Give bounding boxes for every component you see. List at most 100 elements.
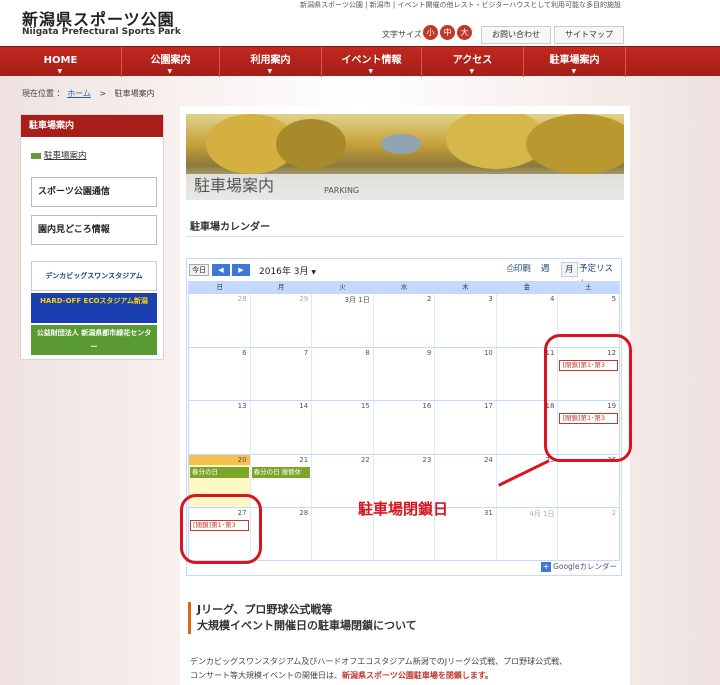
today-button[interactable]: 今日	[189, 264, 209, 276]
section-body-text: コンサート等大規模イベントの開催日は、	[190, 671, 342, 680]
calendar-day-cell[interactable]: 21 春分の日 振替休	[251, 454, 313, 508]
calendar-toolbar: 今日 ◀ ▶ 2016年 3月 ▼ ⎙印刷 週 月 予定リスト	[187, 259, 621, 289]
font-size-small-button[interactable]: 小	[423, 25, 438, 40]
weekday-label: 月	[277, 283, 285, 291]
breadcrumb: 現在位置 ： ホーム > 駐車場案内	[22, 88, 155, 99]
nav-access[interactable]: アクセス ▼	[422, 47, 524, 77]
calendar-day-cell[interactable]: 14	[251, 401, 313, 454]
sitemap-button[interactable]: サイトマップ	[554, 26, 624, 44]
section-body-highlight: 新潟県スポーツ公園駐車場を閉鎖します。	[342, 671, 494, 680]
section-title-line1: Jリーグ、プロ野球公式戦等	[197, 603, 333, 616]
calendar-day-cell[interactable]: 7	[251, 347, 313, 401]
calendar-day-cell[interactable]: 6	[189, 347, 251, 401]
banner-park-highlights[interactable]: 園内見どころ情報	[31, 215, 157, 245]
next-month-button[interactable]: ▶	[232, 264, 250, 276]
prev-month-button[interactable]: ◀	[212, 264, 230, 276]
calendar-day-cell[interactable]: 10	[435, 347, 497, 401]
font-size-medium-button[interactable]: 中	[440, 25, 455, 40]
chevron-down-icon: ▼	[469, 68, 475, 75]
day-number: 16	[422, 402, 432, 411]
google-calendar-label: Googleカレンダー	[553, 562, 617, 571]
chevron-down-icon: ▼	[267, 68, 273, 75]
banner-hardoff-label: HARD-OFF ECOスタジアム新潟	[40, 297, 148, 305]
sidebar-link-parking[interactable]: 駐車場案内	[31, 149, 87, 161]
day-number: 20	[237, 455, 247, 464]
plus-icon: +	[541, 562, 552, 572]
nav-park-guide[interactable]: 公園案内 ▼	[122, 47, 220, 77]
site-header: 新潟県スポーツ公園 Niigata Prefectural Sports Par…	[0, 0, 720, 46]
calendar-day-cell[interactable]: 26	[558, 455, 619, 508]
day-number: 24	[483, 455, 493, 464]
nav-events-label: イベント情報	[341, 55, 402, 66]
nav-usage-guide-label: 利用案内	[250, 55, 291, 66]
calendar-day-cell[interactable]: 13	[189, 401, 251, 454]
day-number: 5	[611, 295, 617, 303]
sitemap-label: サイトマップ	[565, 30, 613, 39]
day-number: 28	[299, 509, 309, 518]
day-number: 17	[483, 402, 493, 411]
day-number: 9	[426, 348, 432, 357]
nav-parking[interactable]: 駐車場案内 ▼	[524, 47, 626, 77]
print-button[interactable]: ⎙印刷	[507, 262, 531, 277]
calendar-day-cell[interactable]: 17	[435, 401, 497, 454]
sidebar-link-label: 駐車場案内	[44, 151, 87, 161]
weekday-label: 金	[523, 283, 531, 291]
calendar-day-cell[interactable]: 16	[374, 401, 436, 454]
banner-big-swan-stadium[interactable]: デンカビッグスワンスタジアム	[31, 261, 157, 291]
day-number: 28	[237, 295, 247, 303]
nav-usage-guide[interactable]: 利用案内 ▼	[220, 47, 322, 77]
weekday-label: 日	[216, 283, 223, 291]
section-body-line1: デンカビッグスワンスタジアム及びハードオフエコスタジアム新潟でのJリーグ公式戦、…	[190, 657, 568, 666]
weekday-label: 水	[400, 283, 408, 291]
calendar-day-cell[interactable]: 8	[312, 347, 374, 401]
heading-divider	[186, 236, 624, 237]
agenda-view-tab[interactable]: 予定リスト	[579, 262, 621, 289]
annotation-circle-12-19	[544, 334, 632, 462]
banner-sports-park-news[interactable]: スポーツ公園通信	[31, 177, 157, 207]
section-body-line2: コンサート等大規模イベントの開催日は、新潟県スポーツ公園駐車場を閉鎖します。	[190, 670, 493, 681]
calendar-day-cell[interactable]: 9	[374, 347, 436, 401]
calendar-day-cell[interactable]: 28	[189, 294, 251, 347]
banner-sports-park-news-label: スポーツ公園通信	[38, 187, 110, 197]
banner-greenery-center[interactable]: 公益財団法人 新潟県都市緑花センター	[31, 325, 157, 355]
week-view-tab[interactable]: 週	[541, 262, 550, 277]
breadcrumb-home-link[interactable]: ホーム	[67, 89, 91, 98]
contact-button[interactable]: お問い合わせ	[481, 26, 551, 44]
site-logo-en: Niigata Prefectural Sports Park	[22, 27, 181, 37]
banner-greenery-label: 公益財団法人 新潟県都市緑花センター	[36, 329, 152, 351]
day-number: 29	[299, 295, 309, 303]
sidebar: 駐車場案内 駐車場案内 スポーツ公園通信 園内見どころ情報 デンカビッグスワンス…	[20, 114, 164, 360]
nav-home[interactable]: HOME ▼	[0, 47, 122, 77]
calendar-day-cell[interactable]: 2	[374, 294, 436, 347]
banner-hardoff-stadium[interactable]: HARD-OFF ECOスタジアム新潟	[31, 293, 157, 323]
calendar-day-cell[interactable]: 29	[251, 294, 313, 347]
banner-park-highlights-label: 園内見どころ情報	[38, 225, 110, 235]
nav-park-guide-label: 公園案内	[150, 55, 191, 66]
calendar-day-cell[interactable]: 3	[435, 294, 497, 347]
calendar-day-cell[interactable]: 15	[312, 401, 374, 454]
day-number: 2	[611, 509, 617, 518]
calendar-event[interactable]: 春分の日 振替休	[251, 466, 311, 478]
month-view-tab[interactable]: 月	[561, 262, 578, 277]
calendar-day-cell[interactable]: 3月 1日	[312, 294, 374, 347]
nav-events[interactable]: イベント情報 ▼	[322, 47, 422, 77]
banner-big-swan-label: デンカビッグスワンスタジアム	[45, 272, 143, 280]
calendar-day-cell[interactable]: 4月 1日	[497, 508, 559, 561]
nav-access-label: アクセス	[452, 55, 493, 66]
nav-parking-label: 駐車場案内	[549, 55, 600, 66]
dropdown-arrow-icon: ▼	[311, 269, 316, 276]
breadcrumb-current: 駐車場案内	[114, 89, 155, 98]
bullet-icon	[31, 152, 41, 159]
font-size-large-button[interactable]: 大	[457, 25, 472, 40]
annotation-label: 駐車場閉鎖日	[358, 500, 449, 518]
google-calendar-link[interactable]: + Googleカレンダー	[541, 561, 617, 572]
calendar-day-cell[interactable]: 2	[558, 508, 619, 561]
breadcrumb-prefix: 現在位置 ：	[22, 89, 65, 98]
nav-home-label: HOME	[43, 55, 78, 66]
calendar-event[interactable]: 春分の日	[190, 466, 249, 478]
day-number: 23	[422, 455, 432, 464]
breadcrumb-separator: >	[99, 89, 107, 98]
main-nav: HOME ▼ 公園案内 ▼ 利用案内 ▼ イベント情報 ▼ アクセス ▼ 駐車場案内 ▼	[0, 46, 720, 77]
page-header-photo: 駐車場案内 PARKING	[186, 114, 624, 200]
month-selector[interactable]: 2016年 3月 ▼	[259, 264, 316, 277]
